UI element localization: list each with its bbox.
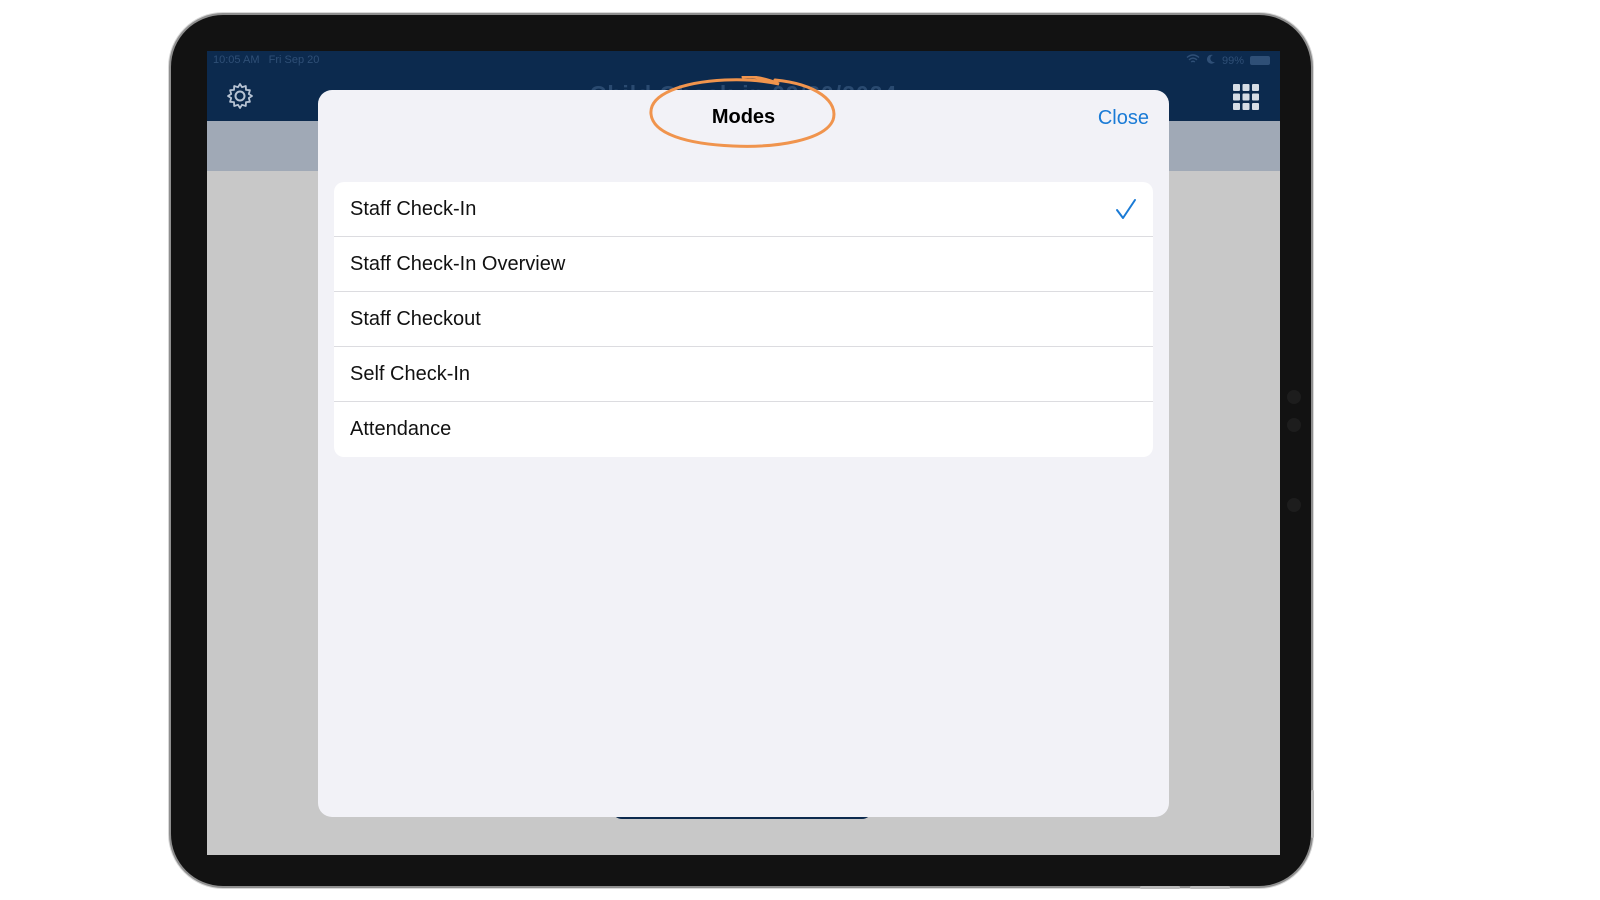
list-item-staff-check-in-overview[interactable]: Staff Check-In Overview [334,237,1153,292]
list-item-label: Attendance [350,418,452,440]
status-bar: 10:05 AM Fri Sep 20 99% [207,51,1280,71]
modes-list: Staff Check-In Staff Check-In Overview S… [334,182,1153,457]
list-item-self-check-in[interactable]: Self Check-In [334,347,1153,402]
camera-dot [1287,418,1301,432]
status-time: 10:05 AM [213,54,260,66]
list-item-label: Staff Checkout [350,307,481,330]
modes-modal: Modes Close Staff Check-In Staff Check-I… [318,76,1169,817]
camera-dot [1287,498,1301,512]
moon-icon [1206,54,1216,67]
modal-title: Modes [711,106,776,128]
wifi-icon [1186,54,1200,67]
battery-percent: 99% [1221,54,1244,67]
grid-icon[interactable] [1232,83,1260,111]
side-button [1311,790,1314,838]
list-item-label: Self Check-In [350,362,471,385]
list-item-staff-checkout[interactable]: Staff Checkout [334,292,1153,347]
top-button [1190,886,1230,889]
status-date: Fri Sep 20 [268,54,320,66]
list-item-staff-check-in[interactable]: Staff Check-In [334,182,1153,237]
list-item-label: Staff Check-In Overview [350,252,566,275]
close-button[interactable]: Close [1098,107,1149,130]
checkmark-icon [1115,197,1137,221]
battery-icon [1250,56,1270,65]
list-item-attendance[interactable]: Attendance [334,402,1153,457]
top-button [1140,886,1180,889]
camera-dot [1287,390,1301,404]
list-item-label: Staff Check-In [350,197,477,220]
